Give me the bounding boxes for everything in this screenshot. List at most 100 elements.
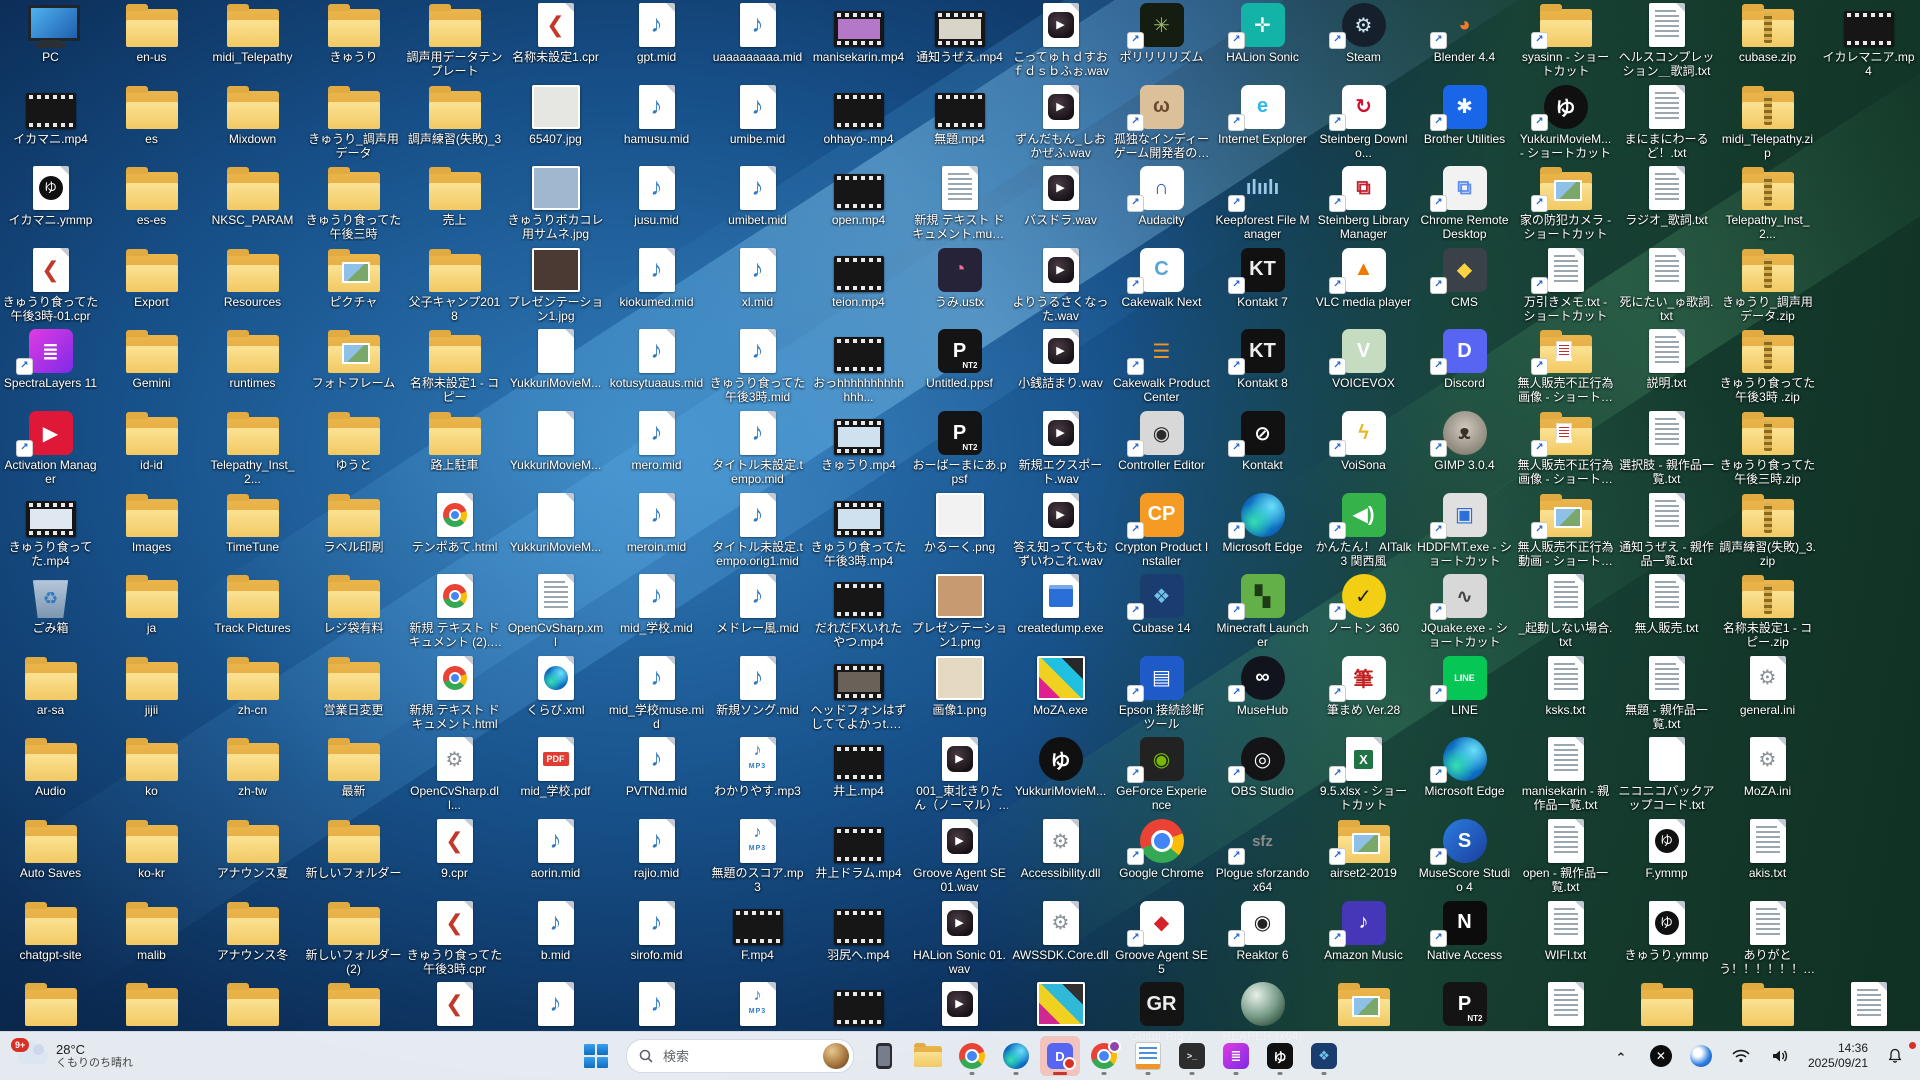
desktop-icon[interactable]: 画像1.png	[911, 655, 1008, 736]
taskbar-app-chrome[interactable]	[952, 1036, 992, 1076]
desktop-icon[interactable]: manisekarin.mp4	[810, 3, 907, 83]
desktop-icon[interactable]: 通知うぜえ - 親作品一覧.txt	[1618, 492, 1715, 573]
desktop-icon[interactable]: きゅうり食ってた午後3時 .zip	[1719, 329, 1816, 409]
desktop-icon[interactable]: ▶ ずんだもん_しおかぜふ.wav	[1012, 84, 1109, 165]
desktop-icon[interactable]: CP ↗ Crypton Product Installer	[1113, 492, 1210, 573]
desktop-icon[interactable]: ▶ Groove Agent SE 01.wav	[911, 819, 1008, 899]
desktop-icon[interactable]: ▶ HALion Sonic 01.wav	[911, 900, 1008, 981]
desktop-icon[interactable]: ▶ よりうるさくなった.wav	[1012, 247, 1109, 328]
tray-x-app-button[interactable]: ✕	[1642, 1036, 1680, 1076]
desktop-icon[interactable]: ↗ 万引きメモ.txt - ショートカット	[1517, 247, 1614, 328]
desktop-icon[interactable]: 名称未設定1 - コピー	[406, 329, 503, 409]
desktop-icon[interactable]: ↗無人販売不正行為画像 - ショートカッ...	[1517, 329, 1614, 409]
desktop-icon[interactable]: ♪ mid_学校.mid	[608, 574, 705, 654]
desktop-icon[interactable]: ⧉ ↗ Steinberg Library Manager	[1315, 166, 1412, 246]
taskbar-app-discord[interactable]: D	[1040, 1036, 1080, 1076]
desktop-icon[interactable]: 調声用データテンプレート	[406, 3, 503, 83]
desktop-icon[interactable]: 井上.mp4	[810, 737, 907, 817]
desktop-icon[interactable]: ♪ きゅうり食ってた午後3時.mid	[709, 329, 806, 409]
desktop-icon[interactable]: NKSC_PARAM	[204, 166, 301, 246]
desktop-icon[interactable]: ♪ umibe.mid	[709, 84, 806, 165]
desktop-icon[interactable]: teion.mp4	[810, 248, 907, 328]
desktop-icon[interactable]: ⚙ Accessibility.dll	[1012, 819, 1109, 899]
desktop-icon[interactable]: きゅうり_調声用データ	[305, 85, 402, 165]
desktop-icon[interactable]: ♪ hamusu.mid	[608, 84, 705, 165]
desktop-icon[interactable]: S ↗ MuseScore Studio 4	[1416, 819, 1513, 899]
search-input[interactable]	[661, 1047, 815, 1065]
desktop-icon[interactable]: ko	[103, 737, 200, 817]
taskbar-app-terminal[interactable]: >_	[1172, 1036, 1212, 1076]
desktop-icon[interactable]: ♪ aorin.mid	[507, 819, 604, 899]
desktop-icon[interactable]: YukkuriMovieM...	[507, 492, 604, 573]
desktop-icon[interactable]: ⚙ OpenCvSharp.dll...	[406, 737, 503, 817]
desktop-icon[interactable]: ヘルスコンプレッション＿歌詞.txt	[1618, 3, 1715, 83]
desktop-icon[interactable]: OpenCvSharp.xml	[507, 574, 604, 654]
desktop-icon[interactable]: ▲ ↗ VLC media player	[1315, 247, 1412, 328]
desktop-icon[interactable]: createdump.exe	[1012, 574, 1109, 654]
desktop-icon[interactable]: ar-sa	[2, 656, 99, 736]
desktop-icon[interactable]: だれだFXいれたやつ.mp4	[810, 574, 907, 654]
taskbar-app-spectralayers[interactable]: ≣	[1216, 1036, 1256, 1076]
desktop-icon[interactable]: ↗ airset2-2019	[1315, 819, 1412, 899]
taskbar-app-chrome-profile[interactable]	[1084, 1036, 1124, 1076]
desktop-icon[interactable]: ♪ xl.mid	[709, 247, 806, 328]
desktop-icon[interactable]: ありがとう！！！！！！.txt	[1719, 900, 1816, 981]
desktop-icon[interactable]: ▣ ↗ HDDFMT.exe - ショートカット	[1416, 492, 1513, 573]
desktop-icon[interactable]: ↗無人販売不正行為動画 - ショートカット	[1517, 493, 1614, 573]
desktop-icon[interactable]: ❮ 名称未設定1.cpr	[507, 3, 604, 83]
desktop-icon[interactable]: イカマニ.mp4	[2, 85, 99, 165]
desktop-icon[interactable]: zh-tw	[204, 737, 301, 817]
desktop-icon[interactable]: KT ↗ Kontakt 8	[1214, 329, 1311, 409]
desktop-icon[interactable]: ◉ ↗ GeForce Experience	[1113, 737, 1210, 817]
desktop-icon[interactable]: MoZA.exe	[1012, 655, 1109, 736]
desktop-icon[interactable]: ko-kr	[103, 819, 200, 899]
desktop-icon[interactable]: ▶ 小銭詰まり.wav	[1012, 329, 1109, 409]
desktop-icon[interactable]: es	[103, 85, 200, 165]
desktop-icon[interactable]: 新しいフォルダー (2)	[305, 901, 402, 981]
desktop-icon[interactable]: 井上ドラム.mp4	[810, 819, 907, 899]
desktop-icon[interactable]: くらび.xml	[507, 655, 604, 736]
desktop-icon[interactable]: Mixdown	[204, 85, 301, 165]
desktop-icon[interactable]: きゅうり.mp4	[810, 411, 907, 491]
desktop-icon[interactable]: ⚙ general.ini	[1719, 655, 1816, 736]
desktop-icon[interactable]: きゅうり食ってた午後3時.mp4	[810, 493, 907, 573]
taskbar-app-yukkuri-movie-maker[interactable]: ゆ	[1260, 1036, 1300, 1076]
desktop-icon[interactable]: es-es	[103, 166, 200, 246]
desktop-icon[interactable]: Audio	[2, 737, 99, 817]
desktop-icon[interactable]: F.mp4	[709, 901, 806, 981]
desktop-icon[interactable]: 営業日変更	[305, 656, 402, 736]
desktop-icon[interactable]: ♪ タイトル未設定.tempo.mid	[709, 411, 806, 491]
desktop-icon[interactable]: PC	[2, 3, 99, 83]
desktop-icon[interactable]: ↻ ↗ Steinberg Downlo...	[1315, 84, 1412, 165]
desktop-icon[interactable]: 調声練習(失敗)_3.zip	[1719, 493, 1816, 573]
desktop-icon[interactable]: ♪ MP3 無題のスコア.mp3	[709, 819, 806, 899]
desktop-icon[interactable]: ◉ ↗ Reaktor 6	[1214, 900, 1311, 981]
desktop-icon[interactable]: ♪ ↗ Amazon Music	[1315, 900, 1412, 981]
taskbar-app-phone-link[interactable]	[864, 1036, 904, 1076]
desktop-icon[interactable]: きゅうり	[305, 3, 402, 83]
desktop-icon[interactable]: ◎ ↗ OBS Studio	[1214, 737, 1311, 817]
desktop-icon[interactable]: プレゼンテーション1.png	[911, 574, 1008, 654]
desktop-icon[interactable]: ♪ mero.mid	[608, 411, 705, 491]
desktop-icon[interactable]: ラジオ_歌詞.txt	[1618, 166, 1715, 246]
desktop-icon[interactable]: KT ↗ Kontakt 7	[1214, 247, 1311, 328]
desktop-icon[interactable]: ↗ syasinn - ショートカット	[1517, 3, 1614, 83]
desktop-icon[interactable]: ▶ ↗ Activation Manager	[2, 411, 99, 491]
desktop-icon[interactable]: WIFI.txt	[1517, 900, 1614, 981]
desktop-icon[interactable]: malib	[103, 901, 200, 981]
desktop-icon[interactable]: ohhayo-.mp4	[810, 85, 907, 165]
desktop-icon[interactable]: きゅうり食ってた午後三時	[305, 166, 402, 246]
desktop-icon[interactable]: きゅうりボカコレ用サムネ.jpg	[507, 166, 604, 246]
desktop-icon[interactable]: Telepathy_Inst_2...	[1719, 166, 1816, 246]
desktop-icon[interactable]: X ↗ 9.5.xlsx - ショートカット	[1315, 737, 1412, 817]
desktop-icon[interactable]: Resources	[204, 248, 301, 328]
desktop-icon[interactable]: P NT2 Untitled.ppsf	[911, 329, 1008, 409]
desktop-icon[interactable]: ⧉ ↗ Chrome Remote Desktop	[1416, 166, 1513, 246]
desktop-icon[interactable]: 最新	[305, 737, 402, 817]
desktop-icon[interactable]: ⚙ ↗ Steam	[1315, 3, 1412, 83]
desktop-icon[interactable]: 名称未設定1 - コピー.zip	[1719, 574, 1816, 654]
desktop-icon[interactable]: PDF mid_学校.pdf	[507, 737, 604, 817]
desktop-icon[interactable]: 説明.txt	[1618, 329, 1715, 409]
desktop-icon[interactable]: ∞ ↗ MuseHub	[1214, 655, 1311, 736]
desktop-icon[interactable]: ♪ PVTNd.mid	[608, 737, 705, 817]
